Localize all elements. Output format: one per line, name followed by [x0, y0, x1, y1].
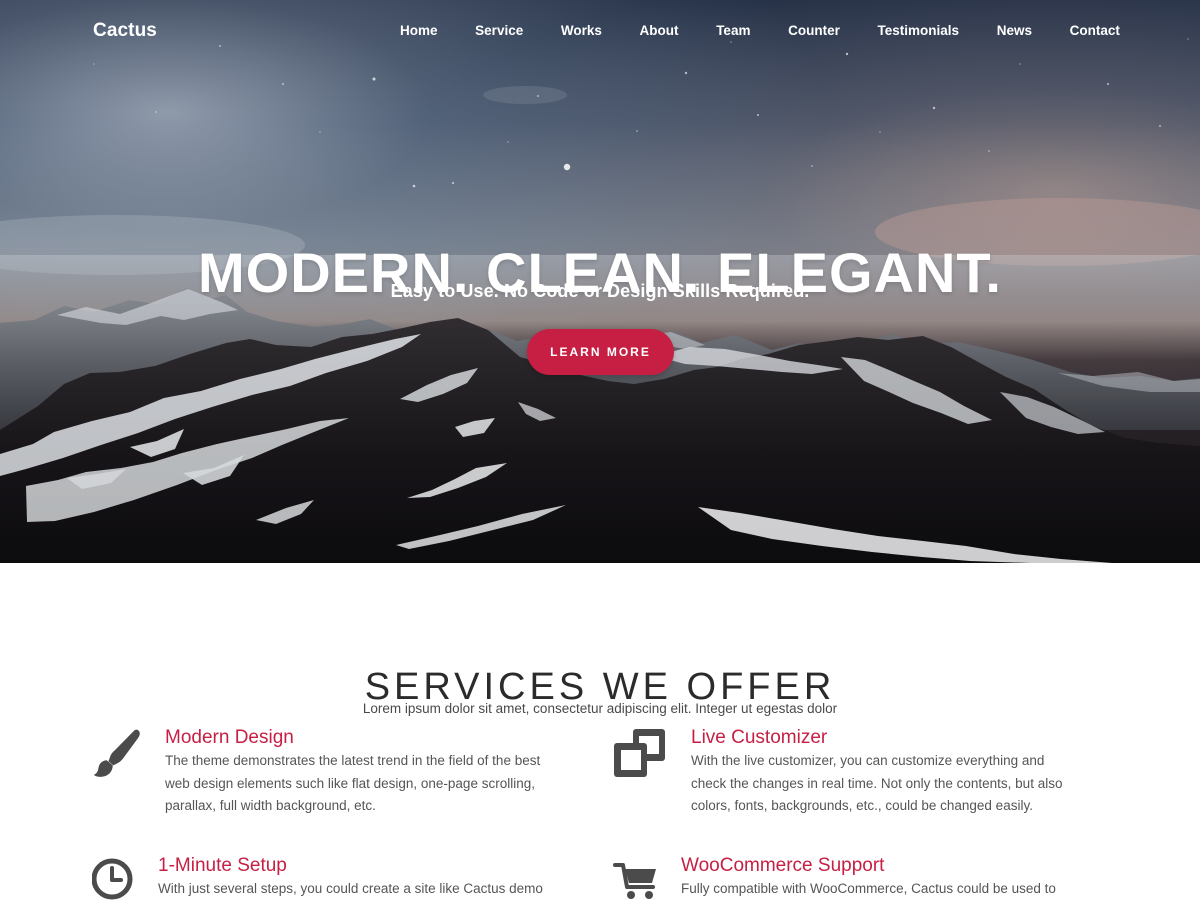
service-title: Modern Design: [165, 727, 294, 748]
clock-icon: [91, 855, 146, 900]
shopping-cart-icon: [613, 855, 667, 900]
service-description-line: The theme demonstrates the latest trend …: [165, 753, 541, 768]
service-title: WooCommerce Support: [681, 855, 885, 876]
nav-testimonials[interactable]: Testimonials: [878, 22, 960, 40]
service-description: With just several steps, you could creat…: [158, 878, 588, 900]
service-description: The theme demonstrates the latest trend …: [165, 750, 583, 818]
hero-section: Cactus Home Service Works About Team Cou…: [0, 0, 1200, 563]
nav-home[interactable]: Home: [400, 22, 438, 40]
service-description: With the live customizer, you can custom…: [691, 750, 1101, 818]
service-description-line: web design elements such like flat desig…: [165, 775, 535, 791]
site-logo[interactable]: Cactus: [93, 19, 157, 43]
service-description-line: Fully compatible with WooCommerce, Cactu…: [681, 881, 1056, 896]
nav-service[interactable]: Service: [475, 22, 523, 40]
service-description-line: parallax, full width background, etc.: [165, 798, 376, 813]
service-title: Live Customizer: [691, 727, 828, 748]
nav-team[interactable]: Team: [716, 22, 750, 40]
service-title: 1-Minute Setup: [158, 855, 287, 876]
nav-news[interactable]: News: [997, 22, 1032, 40]
service-description-line: With just several steps, you could creat…: [158, 881, 543, 896]
customize-windows-icon: [613, 727, 667, 781]
services-subtitle: Lorem ipsum dolor sit amet, consectetur …: [362, 700, 838, 716]
main-navigation: Home Service Works About Team Counter Te…: [400, 21, 1120, 41]
page: Cactus Home Service Works About Team Cou…: [0, 0, 1200, 900]
nav-counter[interactable]: Counter: [788, 22, 840, 40]
service-description: Fully compatible with WooCommerce, Cactu…: [681, 878, 1101, 900]
service-description-line: colors, fonts, backgrounds, etc., could …: [691, 798, 1033, 813]
nav-contact[interactable]: Contact: [1070, 22, 1120, 40]
paintbrush-icon: [92, 727, 146, 781]
nav-about[interactable]: About: [640, 22, 679, 40]
hero-subtitle: Easy to Use. No Code or Design Skills Re…: [390, 281, 810, 301]
learn-more-button[interactable]: LEARN MORE: [527, 329, 674, 375]
service-description-line: With the live customizer, you can custom…: [691, 753, 1045, 768]
service-description-line: check the changes in real time. Not only…: [691, 775, 1063, 791]
nav-works[interactable]: Works: [561, 22, 602, 40]
